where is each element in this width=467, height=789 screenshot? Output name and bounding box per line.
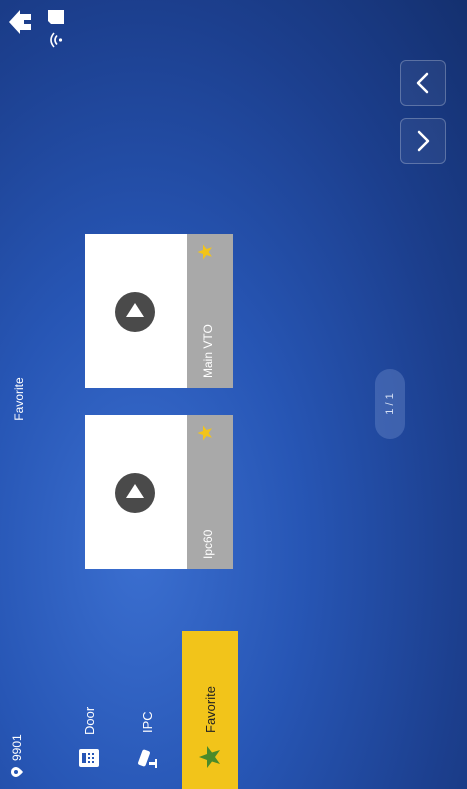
- tile-preview: [85, 234, 187, 388]
- sidebar-item-door[interactable]: Door: [60, 624, 118, 789]
- sd-card-icon: [48, 10, 64, 24]
- play-button[interactable]: [115, 473, 155, 513]
- device-id-text: 9901: [10, 734, 24, 761]
- sidebar-item-favorite[interactable]: Favorite: [182, 631, 238, 789]
- tile-label: Main VTO: [201, 324, 215, 378]
- tile-preview: [85, 415, 187, 569]
- tile-footer: Ipc60: [187, 415, 233, 569]
- chevron-down-icon: [417, 130, 430, 152]
- page-down-button[interactable]: [400, 118, 446, 164]
- favorite-star-icon[interactable]: [197, 244, 213, 260]
- top-bar: 9901 Favorite: [0, 0, 44, 789]
- star-icon: [199, 746, 220, 768]
- page-indicator: 1 / 1: [375, 369, 405, 439]
- wifi-icon: [50, 32, 63, 48]
- location-pin-icon: [11, 767, 23, 777]
- screen-title: Favorite: [12, 377, 26, 421]
- tile-footer: Main VTO: [187, 234, 233, 388]
- sidebar-item-label: Door: [81, 706, 97, 735]
- tile-label: Ipc60: [201, 529, 215, 559]
- door-icon: [79, 749, 99, 767]
- play-icon: [126, 484, 144, 498]
- favorite-tile[interactable]: Main VTO: [85, 234, 233, 388]
- home-button[interactable]: [6, 8, 34, 36]
- home-icon: [9, 10, 31, 34]
- status-icons: [48, 10, 64, 48]
- play-icon: [126, 303, 144, 317]
- page-up-button[interactable]: [400, 60, 446, 106]
- chevron-up-icon: [416, 72, 429, 94]
- camera-icon: [138, 749, 157, 768]
- favorite-star-icon[interactable]: [197, 425, 213, 441]
- device-id: 9901: [10, 734, 24, 777]
- play-button[interactable]: [115, 292, 155, 332]
- sidebar-item-label: Favorite: [202, 686, 218, 733]
- intercom-screen: 9901 Favorite Door IPC Favorite Ipc60 Ma…: [0, 0, 467, 789]
- sidebar: Door IPC Favorite: [60, 624, 238, 789]
- sidebar-item-label: IPC: [139, 711, 155, 733]
- sidebar-item-ipc[interactable]: IPC: [118, 624, 176, 789]
- favorite-tile[interactable]: Ipc60: [85, 415, 233, 569]
